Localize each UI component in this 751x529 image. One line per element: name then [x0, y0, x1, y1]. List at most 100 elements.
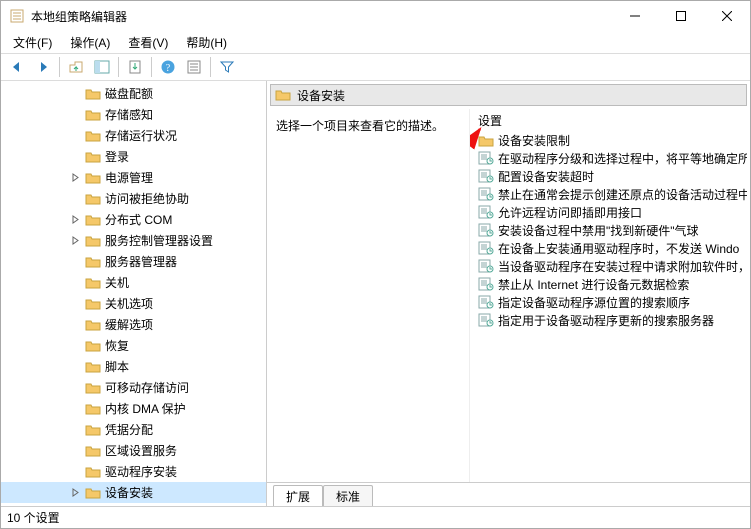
folder-icon — [85, 107, 101, 123]
details-title: 设备安装 — [297, 87, 345, 104]
list-policy-item[interactable]: 禁止在通常会提示创建还原点的设备活动过程中 — [474, 185, 743, 203]
toolbar: ? — [1, 53, 750, 81]
statusbar-row: 10 个设置 — [1, 506, 750, 528]
policy-icon — [478, 241, 494, 255]
tree-item[interactable]: 存储运行状况 — [1, 125, 266, 146]
list-item-label: 当设备驱动程序在安装过程中请求附加软件时， — [498, 258, 747, 275]
tree-item-label: 登录 — [105, 148, 129, 165]
expand-spacer — [69, 277, 81, 289]
expand-icon[interactable] — [69, 214, 81, 226]
list-policy-item[interactable]: 配置设备安装超时 — [474, 167, 743, 185]
close-button[interactable] — [704, 1, 750, 31]
list-policy-item[interactable]: 指定用于设备驱动程序更新的搜索服务器 — [474, 311, 743, 329]
tree-item-label: 存储感知 — [105, 106, 153, 123]
folder-icon — [85, 149, 101, 165]
tree-item-label: 访问被拒绝协助 — [105, 190, 189, 207]
expand-spacer — [69, 88, 81, 100]
list-policy-item[interactable]: 当设备驱动程序在安装过程中请求附加软件时， — [474, 257, 743, 275]
expand-icon[interactable] — [69, 487, 81, 499]
tree-item[interactable]: 设备安装 — [1, 482, 266, 503]
list-item-label: 配置设备安装超时 — [498, 168, 594, 185]
back-button[interactable] — [5, 55, 29, 79]
tree-item[interactable]: 登录 — [1, 146, 266, 167]
filter-button[interactable] — [215, 55, 239, 79]
tab-standard[interactable]: 标准 — [323, 485, 373, 506]
tree-item-label: 存储运行状况 — [105, 127, 177, 144]
statusbar: 10 个设置 — [1, 506, 267, 528]
svg-text:?: ? — [166, 63, 171, 74]
menubar: 文件(F) 操作(A) 查看(V) 帮助(H) — [1, 31, 750, 53]
list-policy-item[interactable]: 在驱动程序分级和选择过程中，将平等地确定所 — [474, 149, 743, 167]
maximize-button[interactable] — [658, 1, 704, 31]
tree-item-label: 服务控制管理器设置 — [105, 232, 213, 249]
tree-item[interactable]: 脚本 — [1, 356, 266, 377]
tree-item[interactable]: 服务器管理器 — [1, 251, 266, 272]
policy-icon — [478, 205, 494, 219]
expand-spacer — [69, 256, 81, 268]
tree-item-label: 设备安装 — [105, 484, 153, 501]
policy-icon — [478, 313, 494, 327]
list-policy-item[interactable]: 安装设备过程中禁用"找到新硬件"气球 — [474, 221, 743, 239]
tree-item-label: 区域设置服务 — [105, 442, 177, 459]
description-panel: 选择一个项目来查看它的描述。 — [270, 109, 470, 482]
expand-icon[interactable] — [69, 172, 81, 184]
toolbar-sep — [151, 57, 152, 77]
up-button[interactable] — [64, 55, 88, 79]
tree-item[interactable]: 存储感知 — [1, 104, 266, 125]
main-area: 磁盘配额存储感知存储运行状况登录电源管理访问被拒绝协助分布式 COM 服务控制管理… — [1, 81, 750, 506]
toolbar-sep — [210, 57, 211, 77]
tree-item[interactable]: 服务控制管理器设置 — [1, 230, 266, 251]
tree-item[interactable]: 电源管理 — [1, 167, 266, 188]
tab-extended[interactable]: 扩展 — [273, 485, 323, 506]
folder-icon — [85, 464, 101, 480]
tree-item[interactable]: 关机 — [1, 272, 266, 293]
list-item-label: 在设备上安装通用驱动程序时，不发送 Windo — [498, 240, 739, 257]
toolbar-sep — [59, 57, 60, 77]
list-item-label: 指定设备驱动程序源位置的搜索顺序 — [498, 294, 690, 311]
tree-item[interactable]: 磁盘配额 — [1, 83, 266, 104]
expand-icon[interactable] — [69, 235, 81, 247]
list-folder-item[interactable]: 设备安装限制 — [474, 131, 743, 149]
folder-icon — [85, 422, 101, 438]
tree-item[interactable]: 驱动程序安装 — [1, 461, 266, 482]
tree-item-label: 关机 — [105, 274, 129, 291]
show-hide-tree-button[interactable] — [90, 55, 114, 79]
tree-item[interactable]: 区域设置服务 — [1, 440, 266, 461]
tree-item[interactable]: 可移动存储访问 — [1, 377, 266, 398]
expand-spacer — [69, 403, 81, 415]
list-policy-item[interactable]: 允许远程访问即插即用接口 — [474, 203, 743, 221]
list-item-label: 允许远程访问即插即用接口 — [498, 204, 642, 221]
menu-file[interactable]: 文件(F) — [5, 32, 60, 53]
menu-help[interactable]: 帮助(H) — [178, 32, 235, 53]
folder-icon — [85, 86, 101, 102]
folder-icon — [85, 401, 101, 417]
tree-item-label: 脚本 — [105, 358, 129, 375]
folder-icon — [85, 191, 101, 207]
export-button[interactable] — [123, 55, 147, 79]
window-titlebar: 本地组策略编辑器 — [1, 1, 750, 31]
list-header[interactable]: 设置 — [470, 109, 747, 131]
tree-item[interactable]: 访问被拒绝协助 — [1, 188, 266, 209]
folder-icon — [275, 87, 291, 103]
tree-item[interactable]: 恢复 — [1, 335, 266, 356]
help-button[interactable]: ? — [156, 55, 180, 79]
properties-button[interactable] — [182, 55, 206, 79]
tree-item[interactable]: 内核 DMA 保护 — [1, 398, 266, 419]
list-policy-item[interactable]: 指定设备驱动程序源位置的搜索顺序 — [474, 293, 743, 311]
tree-item[interactable]: 分布式 COM — [1, 209, 266, 230]
tree-item[interactable]: 凭据分配 — [1, 419, 266, 440]
menu-view[interactable]: 查看(V) — [120, 32, 176, 53]
policy-icon — [478, 259, 494, 273]
tree-item[interactable]: 缓解选项 — [1, 314, 266, 335]
list-policy-item[interactable]: 在设备上安装通用驱动程序时，不发送 Windo — [474, 239, 743, 257]
list-policy-item[interactable]: 禁止从 Internet 进行设备元数据检索 — [474, 275, 743, 293]
tree-item-label: 关机选项 — [105, 295, 153, 312]
menu-action[interactable]: 操作(A) — [62, 32, 118, 53]
minimize-button[interactable] — [612, 1, 658, 31]
tree-item[interactable]: 关机选项 — [1, 293, 266, 314]
policy-icon — [478, 169, 494, 183]
details-pane: 设备安装 选择一个项目来查看它的描述。 设置 设备安装限制在驱动程序分级和选择过… — [267, 81, 750, 506]
tree-pane[interactable]: 磁盘配额存储感知存储运行状况登录电源管理访问被拒绝协助分布式 COM 服务控制管理… — [1, 81, 267, 506]
folder-icon — [85, 128, 101, 144]
forward-button[interactable] — [31, 55, 55, 79]
